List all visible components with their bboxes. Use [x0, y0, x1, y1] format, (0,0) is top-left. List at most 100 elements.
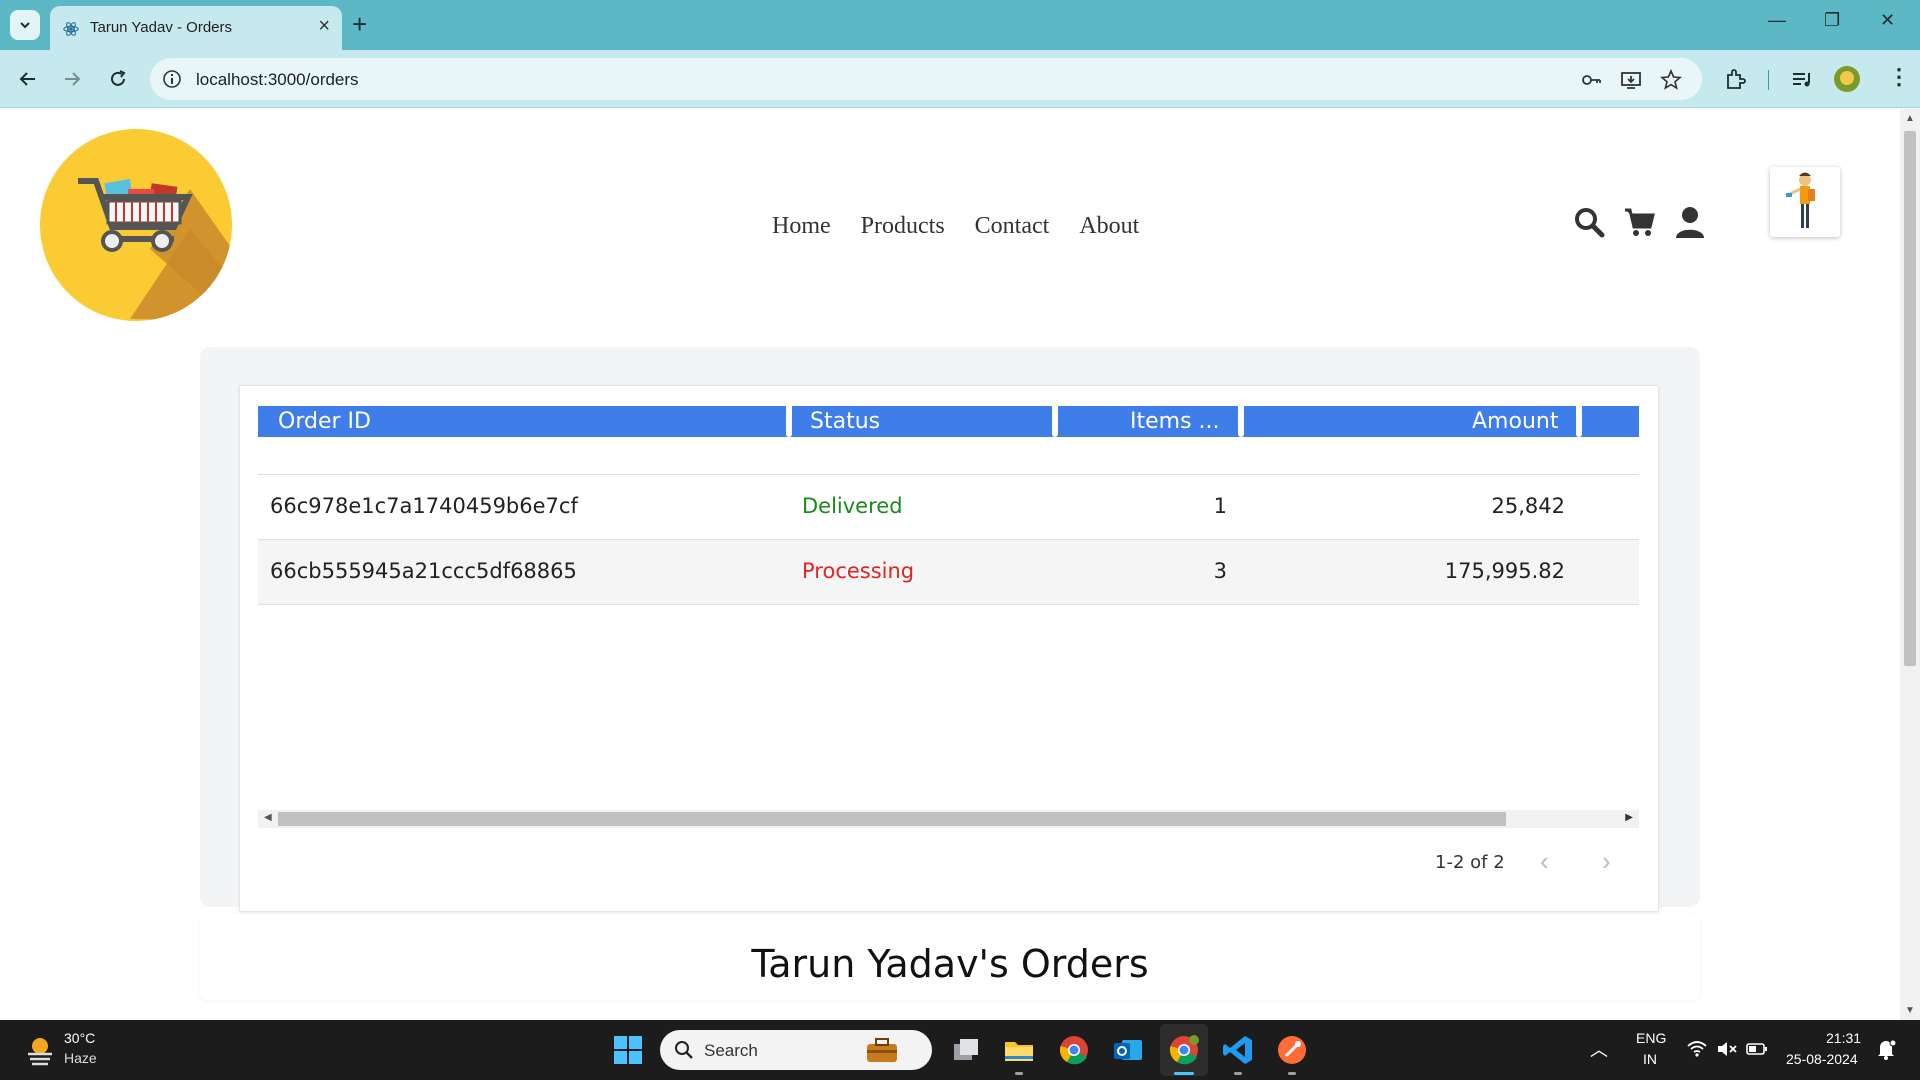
- column-header-amount[interactable]: Amount: [1472, 406, 1558, 437]
- arrow-right-icon: [65, 72, 81, 86]
- browser-tab-bar: Tarun Yadav - Orders × + — ❐ ✕: [0, 0, 1920, 50]
- chrome-icon[interactable]: [1058, 1034, 1090, 1066]
- grid-header: Order ID Status Items ... Amount: [258, 406, 1639, 437]
- notification-bell-icon[interactable]: [1874, 1038, 1898, 1060]
- user-avatar-card[interactable]: [1770, 167, 1840, 237]
- chevron-down-icon: [20, 22, 30, 29]
- back-button[interactable]: [14, 65, 42, 93]
- language-line-2[interactable]: IN: [1643, 1051, 1657, 1067]
- cart-icon[interactable]: [1623, 205, 1657, 239]
- scrollbar-thumb[interactable]: [1904, 131, 1916, 666]
- page-title: Tarun Yadav's Orders: [751, 942, 1149, 986]
- browser-toolbar: localhost:3000/orders ⋮: [0, 50, 1920, 108]
- order-id-cell: 66c978e1c7a1740459b6e7cf: [270, 494, 578, 518]
- table-row[interactable]: 66c978e1c7a1740459b6e7cf Delivered 1 25,…: [258, 475, 1639, 540]
- pagination-info: 1-2 of 2: [1435, 852, 1505, 873]
- user-icon[interactable]: [1673, 205, 1707, 239]
- nav-home[interactable]: Home: [772, 213, 831, 240]
- windows-start-icon[interactable]: [612, 1034, 644, 1066]
- forward-button[interactable]: [58, 65, 86, 93]
- outlook-icon[interactable]: [1112, 1034, 1144, 1066]
- previous-page-button[interactable]: ‹: [1540, 848, 1549, 874]
- search-icon[interactable]: [1572, 205, 1606, 239]
- reload-button[interactable]: [104, 65, 132, 93]
- info-icon[interactable]: [162, 69, 182, 89]
- minimize-button[interactable]: —: [1768, 10, 1786, 31]
- title-card: Tarun Yadav's Orders: [200, 914, 1700, 1000]
- nav-contact[interactable]: Contact: [975, 213, 1050, 240]
- main-nav: Home Products Contact About: [772, 213, 1139, 240]
- url-text[interactable]: localhost:3000/orders: [196, 70, 359, 90]
- scrollbar-thumb[interactable]: [278, 812, 1506, 826]
- nav-about[interactable]: About: [1079, 213, 1139, 240]
- table-row[interactable]: 66cb555945a21ccc5df68865 Processing 3 17…: [258, 540, 1639, 605]
- close-tab-icon[interactable]: ×: [318, 16, 330, 36]
- scroll-down-icon[interactable]: ▼: [1905, 1005, 1915, 1016]
- tab-title: Tarun Yadav - Orders: [90, 19, 233, 36]
- search-icon: [675, 1041, 693, 1059]
- close-window-button[interactable]: ✕: [1880, 10, 1895, 31]
- vscode-icon[interactable]: [1222, 1034, 1254, 1066]
- postman-icon[interactable]: [1276, 1034, 1308, 1066]
- file-explorer-icon[interactable]: [1003, 1034, 1035, 1066]
- amount-cell: 25,842: [1491, 494, 1565, 518]
- taskbar-search-label: Search: [704, 1041, 758, 1060]
- chrome-profile-icon[interactable]: [1168, 1034, 1200, 1066]
- column-header-items[interactable]: Items ...: [1130, 406, 1220, 437]
- column-separator[interactable]: [1052, 406, 1058, 437]
- arrow-left-icon: [19, 72, 35, 86]
- nav-products[interactable]: Products: [861, 213, 945, 240]
- column-separator[interactable]: [786, 406, 792, 437]
- briefcase-icon: [867, 1038, 897, 1062]
- scroll-up-icon[interactable]: ▲: [1905, 113, 1915, 124]
- status-cell: Delivered: [802, 494, 903, 518]
- horizontal-scrollbar[interactable]: ◀ ▶: [258, 810, 1639, 828]
- browser-menu-icon[interactable]: ⋮: [1888, 64, 1910, 90]
- scroll-left-icon[interactable]: ◀: [264, 812, 272, 823]
- star-icon[interactable]: [1660, 69, 1682, 91]
- wifi-icon[interactable]: [1686, 1040, 1708, 1058]
- browser-tab-active[interactable]: Tarun Yadav - Orders ×: [50, 6, 342, 50]
- extensions-icon[interactable]: [1723, 68, 1747, 92]
- tab-search-button[interactable]: [10, 10, 40, 40]
- items-cell: 3: [1213, 559, 1227, 583]
- weather-haze-icon[interactable]: [22, 1032, 58, 1068]
- column-separator[interactable]: [1238, 406, 1244, 437]
- battery-icon[interactable]: [1746, 1041, 1768, 1057]
- key-icon[interactable]: [1580, 69, 1602, 91]
- clock-date[interactable]: 25-08-2024: [1786, 1051, 1858, 1067]
- taskbar-search[interactable]: Search: [660, 1030, 932, 1070]
- column-header-order-id[interactable]: Order ID: [278, 406, 371, 437]
- weather-desc[interactable]: Haze: [64, 1050, 97, 1066]
- address-bar[interactable]: localhost:3000/orders: [150, 58, 1702, 100]
- page-vertical-scrollbar[interactable]: ▲ ▼: [1900, 109, 1920, 1020]
- running-indicator: [1288, 1072, 1296, 1075]
- volume-muted-icon[interactable]: [1716, 1040, 1738, 1058]
- restore-button[interactable]: ❐: [1824, 10, 1840, 31]
- page-viewport: Home Products Contact About Order ID Sta…: [0, 109, 1900, 1020]
- running-indicator: [1234, 1072, 1242, 1075]
- amount-cell: 175,995.82: [1444, 559, 1565, 583]
- clock-time[interactable]: 21:31: [1826, 1030, 1861, 1046]
- running-indicator: [1015, 1072, 1023, 1075]
- avatar-face: [1840, 71, 1854, 85]
- shopping-cart-logo-icon: [78, 178, 232, 321]
- weather-temp[interactable]: 30°C: [64, 1030, 95, 1046]
- next-page-button[interactable]: ›: [1602, 848, 1611, 874]
- task-view-icon[interactable]: [950, 1034, 982, 1066]
- language-line-1[interactable]: ENG: [1636, 1030, 1666, 1046]
- chevron-up-icon[interactable]: ︿: [1590, 1036, 1608, 1062]
- site-logo[interactable]: [40, 129, 232, 321]
- install-app-icon[interactable]: [1620, 69, 1642, 91]
- scroll-right-icon[interactable]: ▶: [1625, 812, 1633, 823]
- status-cell: Processing: [802, 559, 915, 583]
- profile-avatar[interactable]: [1834, 66, 1860, 92]
- orders-grid: Order ID Status Items ... Amount 66c978e…: [239, 385, 1659, 912]
- media-control-icon[interactable]: [1790, 68, 1814, 92]
- cartoon-avatar-icon: [1786, 172, 1815, 228]
- column-separator[interactable]: [1576, 406, 1582, 437]
- order-id-cell: 66cb555945a21ccc5df68865: [270, 559, 577, 583]
- column-header-status[interactable]: Status: [810, 406, 880, 437]
- new-tab-button[interactable]: +: [352, 10, 367, 38]
- windows-taskbar: 30°C Haze Search ︿ ENG IN 21:31 25-08-20…: [0, 1020, 1920, 1080]
